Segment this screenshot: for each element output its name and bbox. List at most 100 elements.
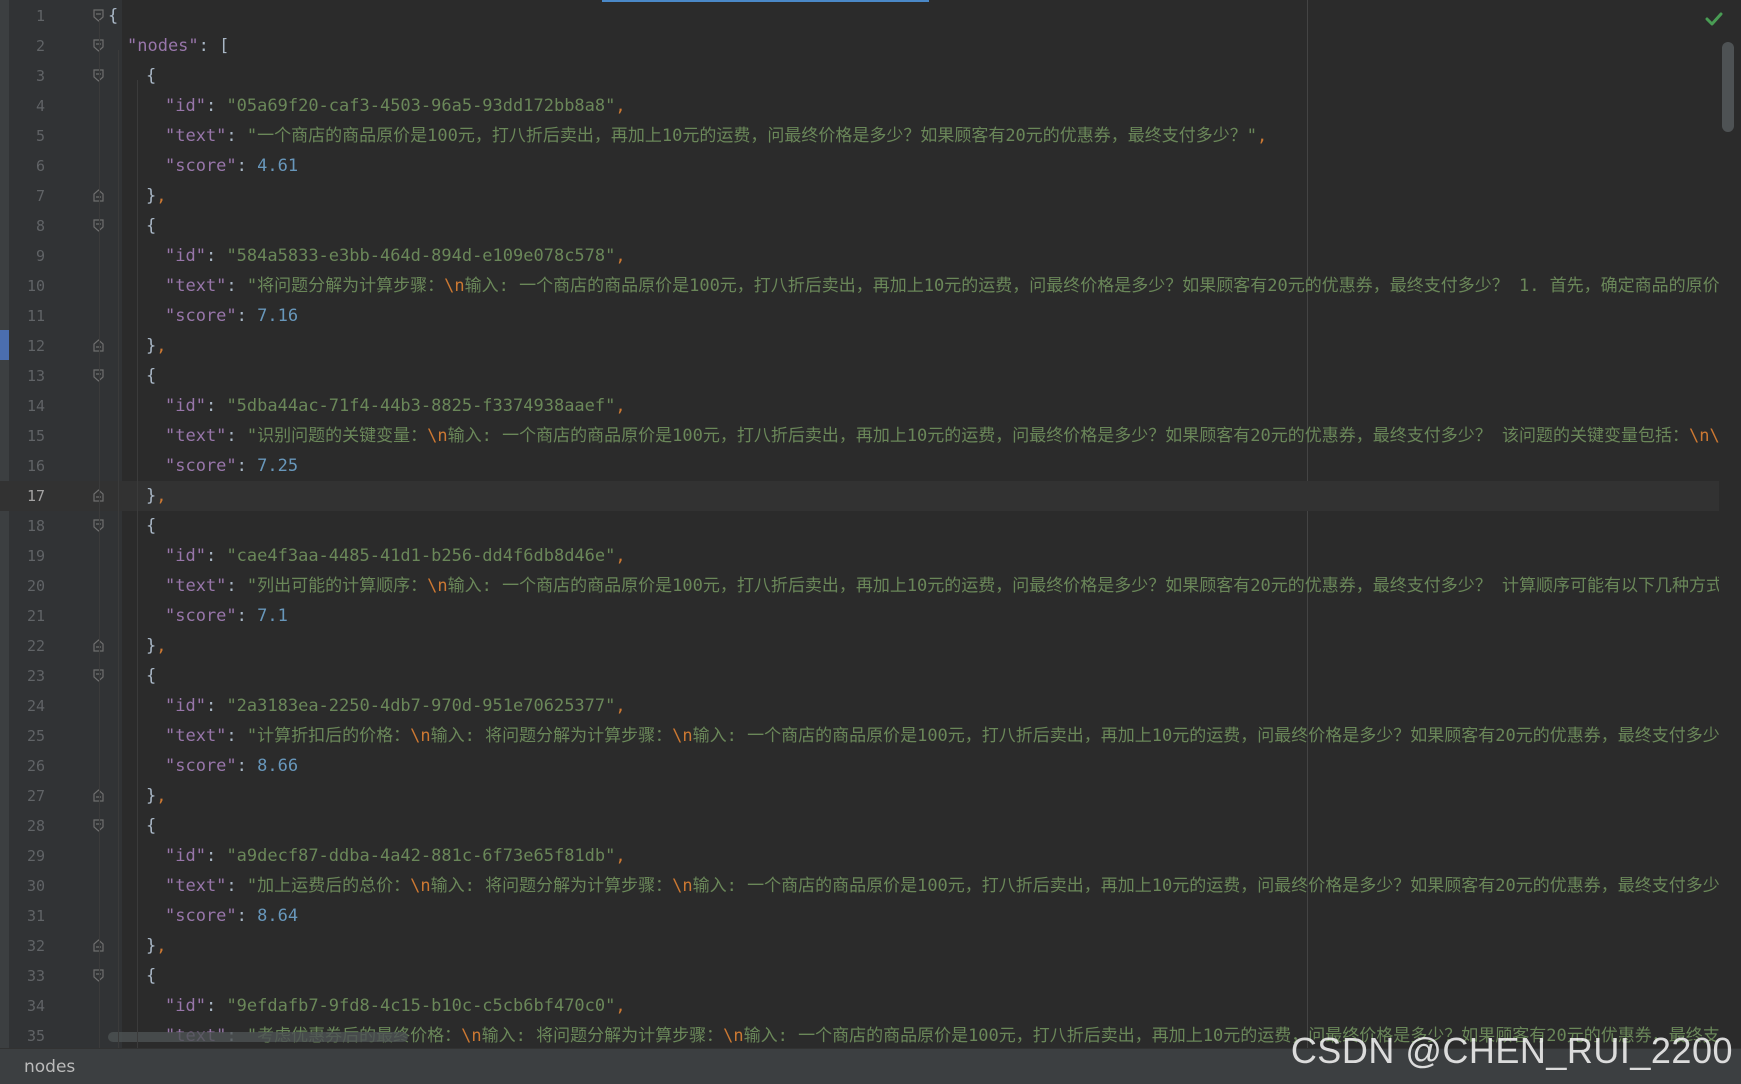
- code-line[interactable]: 26 "score": 8.66: [0, 751, 1741, 781]
- token-brace: :: [205, 396, 227, 416]
- token-brace: {: [146, 516, 157, 536]
- token-brace: :: [205, 996, 227, 1016]
- code-line[interactable]: 17},: [0, 481, 1741, 511]
- token-key: "score": [165, 906, 237, 926]
- token-brace: }: [146, 636, 157, 656]
- code-editor[interactable]: 1{2 "nodes": [3{4 "id": "05a69f20-caf3-450…: [0, 0, 1741, 1048]
- code-content[interactable]: "text": "列出可能的计算顺序：\n输入: 一个商店的商品原价是100元，…: [165, 571, 1740, 601]
- vertical-scrollbar[interactable]: [1719, 0, 1741, 1048]
- code-line[interactable]: 1{: [0, 1, 1741, 31]
- code-content[interactable]: },: [146, 481, 167, 511]
- code-content[interactable]: "text": "将问题分解为计算步骤：\n输入: 一个商店的商品原价是100元…: [165, 271, 1737, 301]
- code-content[interactable]: "text": "计算折扣后的价格：\n输入: 将问题分解为计算步骤：\n输入:…: [165, 721, 1737, 751]
- code-line[interactable]: 9 "id": "584a5833-e3bb-464d-894d-e109e078…: [0, 241, 1741, 271]
- token-str: 输入: 将问题分解为计算步骤：: [430, 726, 673, 746]
- code-content[interactable]: "text": "一个商店的商品原价是100元，打八折后卖出，再加上10元的运费…: [165, 121, 1267, 151]
- code-line[interactable]: 28 {: [0, 811, 1741, 841]
- code-line[interactable]: 6 "score": 4.61: [0, 151, 1741, 181]
- code-content[interactable]: "id": "2a3183ea-2250-4db7-970d-951e70625…: [165, 691, 626, 721]
- line-number: 1: [35, 7, 45, 25]
- code-content[interactable]: "id": "a9decf87-ddba-4a42-881c-6f73e65f8…: [165, 841, 626, 871]
- code-line[interactable]: 30 "text": "加上运费后的总价：\n输入: 将问题分解为计算步骤：\n输…: [0, 871, 1741, 901]
- code-line[interactable]: 16 "score": 7.25: [0, 451, 1741, 481]
- code-content[interactable]: "nodes": [: [127, 31, 229, 61]
- code-line[interactable]: 11 "score": 7.16: [0, 301, 1741, 331]
- code-content[interactable]: },: [146, 631, 167, 661]
- code-content[interactable]: "id": "5dba44ac-71f4-44b3-8825-f3374938a…: [165, 391, 626, 421]
- code-line[interactable]: 5 "text": "一个商店的商品原价是100元，打八折后卖出，再加上10元的运…: [0, 121, 1741, 151]
- code-line[interactable]: 29 "id": "a9decf87-ddba-4a42-881c-6f73e65…: [0, 841, 1741, 871]
- code-line[interactable]: 24 "id": "2a3183ea-2250-4db7-970d-951e706…: [0, 691, 1741, 721]
- code-content[interactable]: "id": "cae4f3aa-4485-41d1-b256-dd4f6db8d…: [165, 541, 626, 571]
- line-number: 14: [26, 397, 45, 415]
- token-str: "列出可能的计算顺序：: [246, 576, 428, 596]
- code-content[interactable]: "text": "加上运费后的总价：\n输入: 将问题分解为计算步骤：\n输入:…: [165, 871, 1737, 901]
- breadcrumb-nodes[interactable]: nodes: [24, 1049, 75, 1084]
- token-punc: ,: [615, 546, 626, 566]
- code-line[interactable]: 4 "id": "05a69f20-caf3-4503-96a5-93dd172b…: [0, 91, 1741, 121]
- token-num-val: 7.25: [257, 456, 299, 476]
- code-content[interactable]: "score": 7.25: [165, 451, 298, 481]
- code-content[interactable]: {: [146, 211, 156, 241]
- line-number: 26: [26, 757, 45, 775]
- code-line[interactable]: 34 "id": "9efdafb7-9fd8-4c15-b10c-c5cb6bf…: [0, 991, 1741, 1021]
- code-content[interactable]: "id": "584a5833-e3bb-464d-894d-e109e078c…: [165, 241, 626, 271]
- code-content[interactable]: "id": "9efdafb7-9fd8-4c15-b10c-c5cb6bf47…: [165, 991, 626, 1021]
- code-content[interactable]: "score": 8.64: [165, 901, 298, 931]
- code-content[interactable]: {: [146, 361, 156, 391]
- check-icon[interactable]: [1705, 10, 1723, 28]
- code-line[interactable]: 8{: [0, 211, 1741, 241]
- code-line[interactable]: 14 "id": "5dba44ac-71f4-44b3-8825-f337493…: [0, 391, 1741, 421]
- code-content[interactable]: },: [146, 781, 167, 811]
- code-line[interactable]: 33 {: [0, 961, 1741, 991]
- horizontal-scrollbar-thumb[interactable]: [108, 1032, 408, 1042]
- code-content[interactable]: },: [146, 931, 167, 961]
- code-line[interactable]: 19 "id": "cae4f3aa-4485-41d1-b256-dd4f6db…: [0, 541, 1741, 571]
- code-content[interactable]: {: [146, 811, 156, 841]
- code-content[interactable]: "id": "05a69f20-caf3-4503-96a5-93dd172bb…: [165, 91, 626, 121]
- code-line[interactable]: 22},: [0, 631, 1741, 661]
- code-line[interactable]: 20 "text": "列出可能的计算顺序：\n输入: 一个商店的商品原价是100…: [0, 571, 1741, 601]
- code-content[interactable]: },: [146, 181, 167, 211]
- code-content[interactable]: "score": 4.61: [165, 151, 298, 181]
- token-punc: ,: [615, 396, 626, 416]
- code-line[interactable]: 18 {: [0, 511, 1741, 541]
- code-content[interactable]: "text": "识别问题的关键变量：\n输入: 一个商店的商品原价是100元，…: [165, 421, 1740, 451]
- code-line[interactable]: 13 {: [0, 361, 1741, 391]
- code-line[interactable]: 21 "score": 7.1: [0, 601, 1741, 631]
- code-line[interactable]: 27},: [0, 781, 1741, 811]
- token-punc: ,: [615, 846, 626, 866]
- line-number: 20: [26, 577, 45, 595]
- token-brace: }: [146, 186, 157, 206]
- token-punc: ,: [156, 936, 167, 956]
- code-content[interactable]: {: [146, 511, 156, 541]
- code-line[interactable]: 10 "text": "将问题分解为计算步骤：\n输入: 一个商店的商品原价是10…: [0, 271, 1741, 301]
- code-line[interactable]: 31 "score": 8.64: [0, 901, 1741, 931]
- code-line[interactable]: 25 "text": "计算折扣后的价格：\n输入: 将问题分解为计算步骤：\n输…: [0, 721, 1741, 751]
- code-line[interactable]: 2 "nodes": [: [0, 31, 1741, 61]
- code-line[interactable]: 23 {: [0, 661, 1741, 691]
- token-str: "05a69f20-caf3-4503-96a5-93dd172bb8a8": [226, 96, 616, 116]
- code-line[interactable]: 12},: [0, 331, 1741, 361]
- line-number: 11: [26, 307, 45, 325]
- code-content[interactable]: {: [146, 61, 156, 91]
- token-str: 输入: 一个商店的商品原价是100元，打八折后卖出，再加上10元的运费，问最终价…: [464, 276, 1737, 296]
- code-line[interactable]: 32},: [0, 931, 1741, 961]
- token-key: "id": [165, 96, 206, 116]
- code-content[interactable]: {: [108, 1, 118, 31]
- line-number: 8: [35, 217, 45, 235]
- code-content[interactable]: "score": 7.16: [165, 301, 298, 331]
- code-line[interactable]: 15 "text": "识别问题的关键变量：\n输入: 一个商店的商品原价是100…: [0, 421, 1741, 451]
- code-content[interactable]: "score": 7.1: [165, 601, 288, 631]
- code-content[interactable]: },: [146, 331, 167, 361]
- code-content[interactable]: {: [146, 961, 156, 991]
- code-line[interactable]: 7},: [0, 181, 1741, 211]
- line-number: 29: [26, 847, 45, 865]
- token-brace: {: [146, 216, 157, 236]
- code-content[interactable]: "score": 8.66: [165, 751, 298, 781]
- code-line[interactable]: 3{: [0, 61, 1741, 91]
- vertical-scrollbar-thumb[interactable]: [1722, 42, 1734, 132]
- token-key: "id": [165, 546, 206, 566]
- line-number: 6: [35, 157, 45, 175]
- code-content[interactable]: {: [146, 661, 156, 691]
